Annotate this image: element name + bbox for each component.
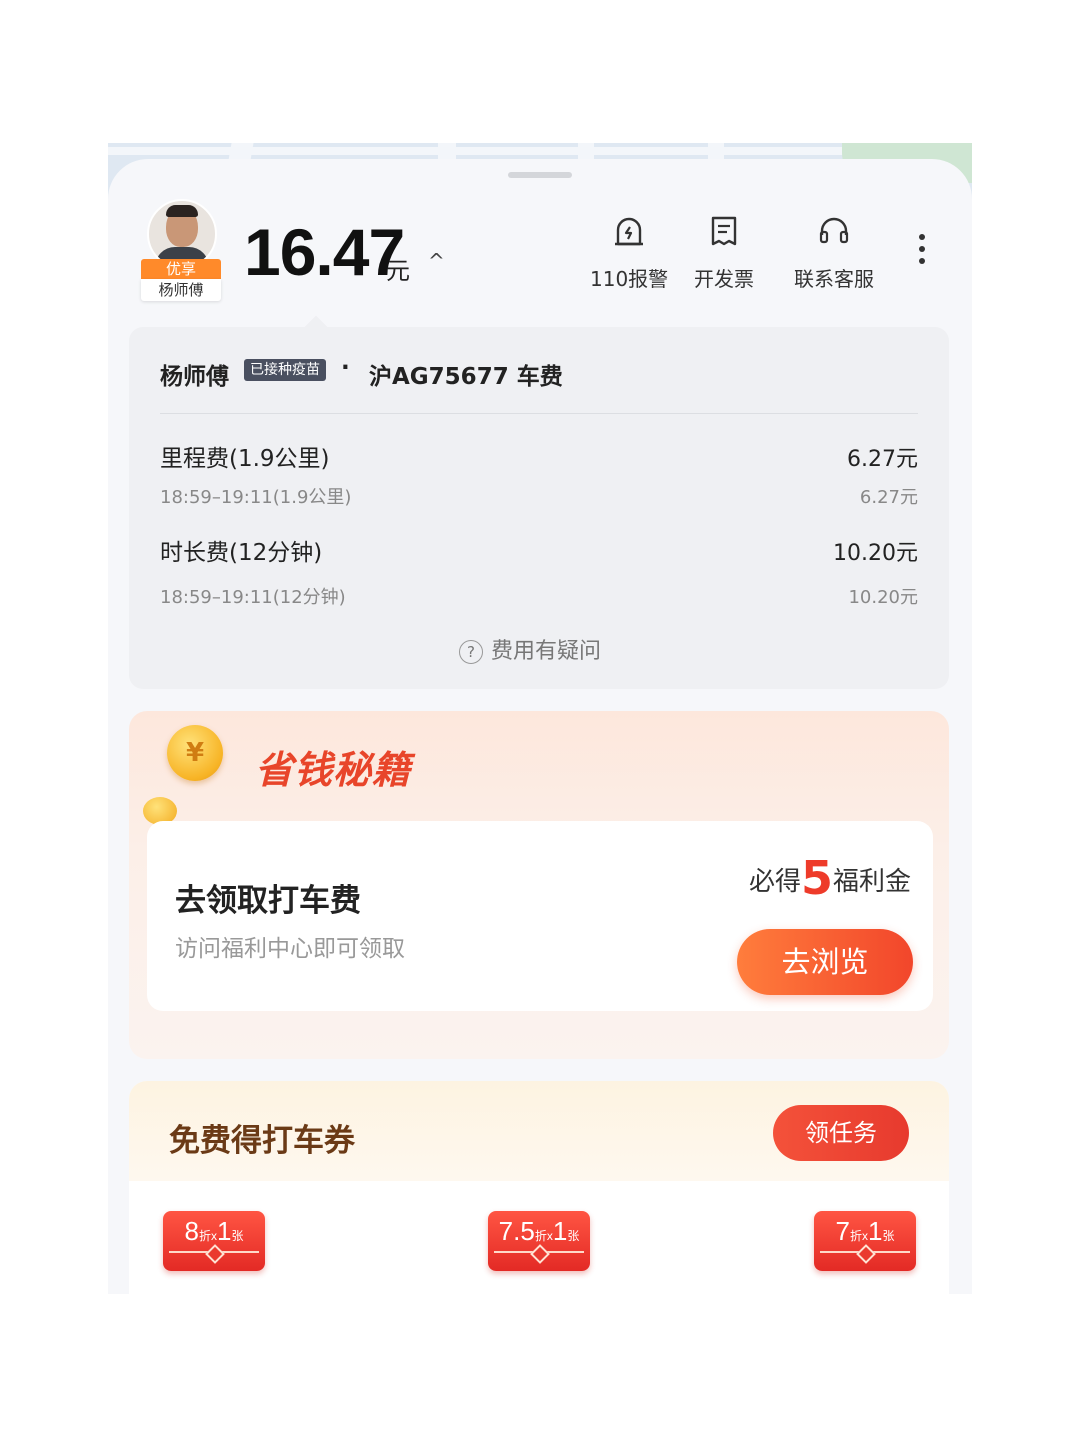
- driver-name-badge: 杨师傅: [141, 279, 221, 301]
- mileage-fee-detail: 18:59–19:11(1.9公里): [160, 487, 352, 508]
- coupon-title: 免费得打车券: [169, 1123, 355, 1159]
- fee-question-link[interactable]: ? 费用有疑问: [459, 633, 601, 665]
- driver-tier-badge: 优享: [141, 259, 221, 279]
- duration-fee-detail-amount: 10.20元: [848, 587, 918, 608]
- get-task-button[interactable]: 领任务: [773, 1105, 909, 1161]
- mileage-fee-title: 里程费(1.9公里): [160, 446, 330, 472]
- savings-promo-card: ¥ 省钱秘籍 去领取打车费 访问福利中心即可领取 必得5福利金 去浏览: [129, 711, 949, 1059]
- task-description: 访问福利中心即可领取: [175, 936, 405, 962]
- alarm-110-label: 110报警: [590, 267, 669, 291]
- coin-icon: ¥: [167, 725, 223, 781]
- coupon-discount: 8: [184, 1216, 199, 1246]
- task-title: 去领取打车费: [175, 883, 361, 919]
- invoice-icon: [711, 216, 737, 246]
- plate-and-title: 沪AG75677 车费: [369, 364, 563, 390]
- total-price: 16.47: [244, 215, 405, 289]
- reward-suffix: 福利金: [832, 867, 911, 897]
- customer-service-label: 联系客服: [794, 267, 874, 291]
- invoice-label: 开发票: [694, 267, 754, 291]
- reward-text: 必得5福利金: [749, 851, 911, 905]
- coupon-task-card: 免费得打车券 领任务 8折x1张 7.5折x1张 7折x1张: [129, 1081, 949, 1294]
- expand-caret-icon[interactable]: ^: [428, 249, 445, 273]
- vaccine-badge: 已接种疫苗: [244, 359, 326, 381]
- duration-fee-title: 时长费(12分钟): [160, 540, 323, 566]
- coupon-ticket[interactable]: 7.5折x1张: [488, 1211, 590, 1271]
- coupon-count-unit: 张: [882, 1229, 895, 1243]
- coupon-count: 1: [552, 1216, 568, 1246]
- app-frame: 优享 杨师傅 16.47 元 ^ 110报警 开发票 联系客服 杨师傅 已接种疫…: [108, 143, 972, 1294]
- mileage-fee-amount: 6.27元: [847, 447, 918, 472]
- promo-title: 省钱秘籍: [255, 748, 412, 792]
- browse-button[interactable]: 去浏览: [737, 929, 913, 995]
- reward-prefix: 必得: [748, 867, 801, 897]
- coupon-count: 1: [217, 1216, 232, 1246]
- fee-question-label: 费用有疑问: [491, 639, 602, 664]
- drag-handle[interactable]: [508, 172, 572, 178]
- coupon-unit: 折: [534, 1229, 547, 1243]
- invoice-button[interactable]: 开发票: [694, 214, 754, 292]
- separator-dot: ·: [341, 355, 350, 381]
- more-vertical-icon[interactable]: [919, 234, 925, 270]
- bottom-sheet: 优享 杨师傅 16.47 元 ^ 110报警 开发票 联系客服 杨师傅 已接种疫…: [108, 159, 972, 1294]
- coupon-discount: 7: [835, 1216, 850, 1246]
- coupon-ticket[interactable]: 8折x1张: [163, 1211, 265, 1271]
- coupon-unit: 折: [198, 1229, 211, 1243]
- alarm-icon: [615, 217, 644, 246]
- duration-fee-amount: 10.20元: [833, 541, 918, 566]
- question-icon: ?: [459, 640, 483, 664]
- coupon-count-unit: 张: [567, 1229, 580, 1243]
- coupon-count-unit: 张: [231, 1229, 244, 1243]
- coupon-count: 1: [868, 1216, 883, 1246]
- divider: [160, 413, 918, 414]
- coupon-ticket[interactable]: 7折x1张: [814, 1211, 916, 1271]
- mileage-fee-detail-amount: 6.27元: [859, 487, 918, 508]
- reward-value: 5: [800, 851, 833, 905]
- fee-detail-card: 杨师傅 已接种疫苗 · 沪AG75677 车费 里程费(1.9公里) 6.27元…: [129, 327, 949, 689]
- duration-fee-detail: 18:59–19:11(12分钟): [160, 587, 346, 608]
- fee-driver-name: 杨师傅: [160, 364, 229, 390]
- coupon-unit: 折: [849, 1229, 862, 1243]
- alarm-110-button[interactable]: 110报警: [590, 214, 668, 292]
- promo-task-panel: 去领取打车费 访问福利中心即可领取 必得5福利金 去浏览: [147, 821, 933, 1011]
- headset-icon: [819, 217, 849, 244]
- coupon-discount: 7.5: [498, 1216, 535, 1246]
- customer-service-button[interactable]: 联系客服: [794, 214, 874, 292]
- price-unit: 元: [386, 257, 410, 285]
